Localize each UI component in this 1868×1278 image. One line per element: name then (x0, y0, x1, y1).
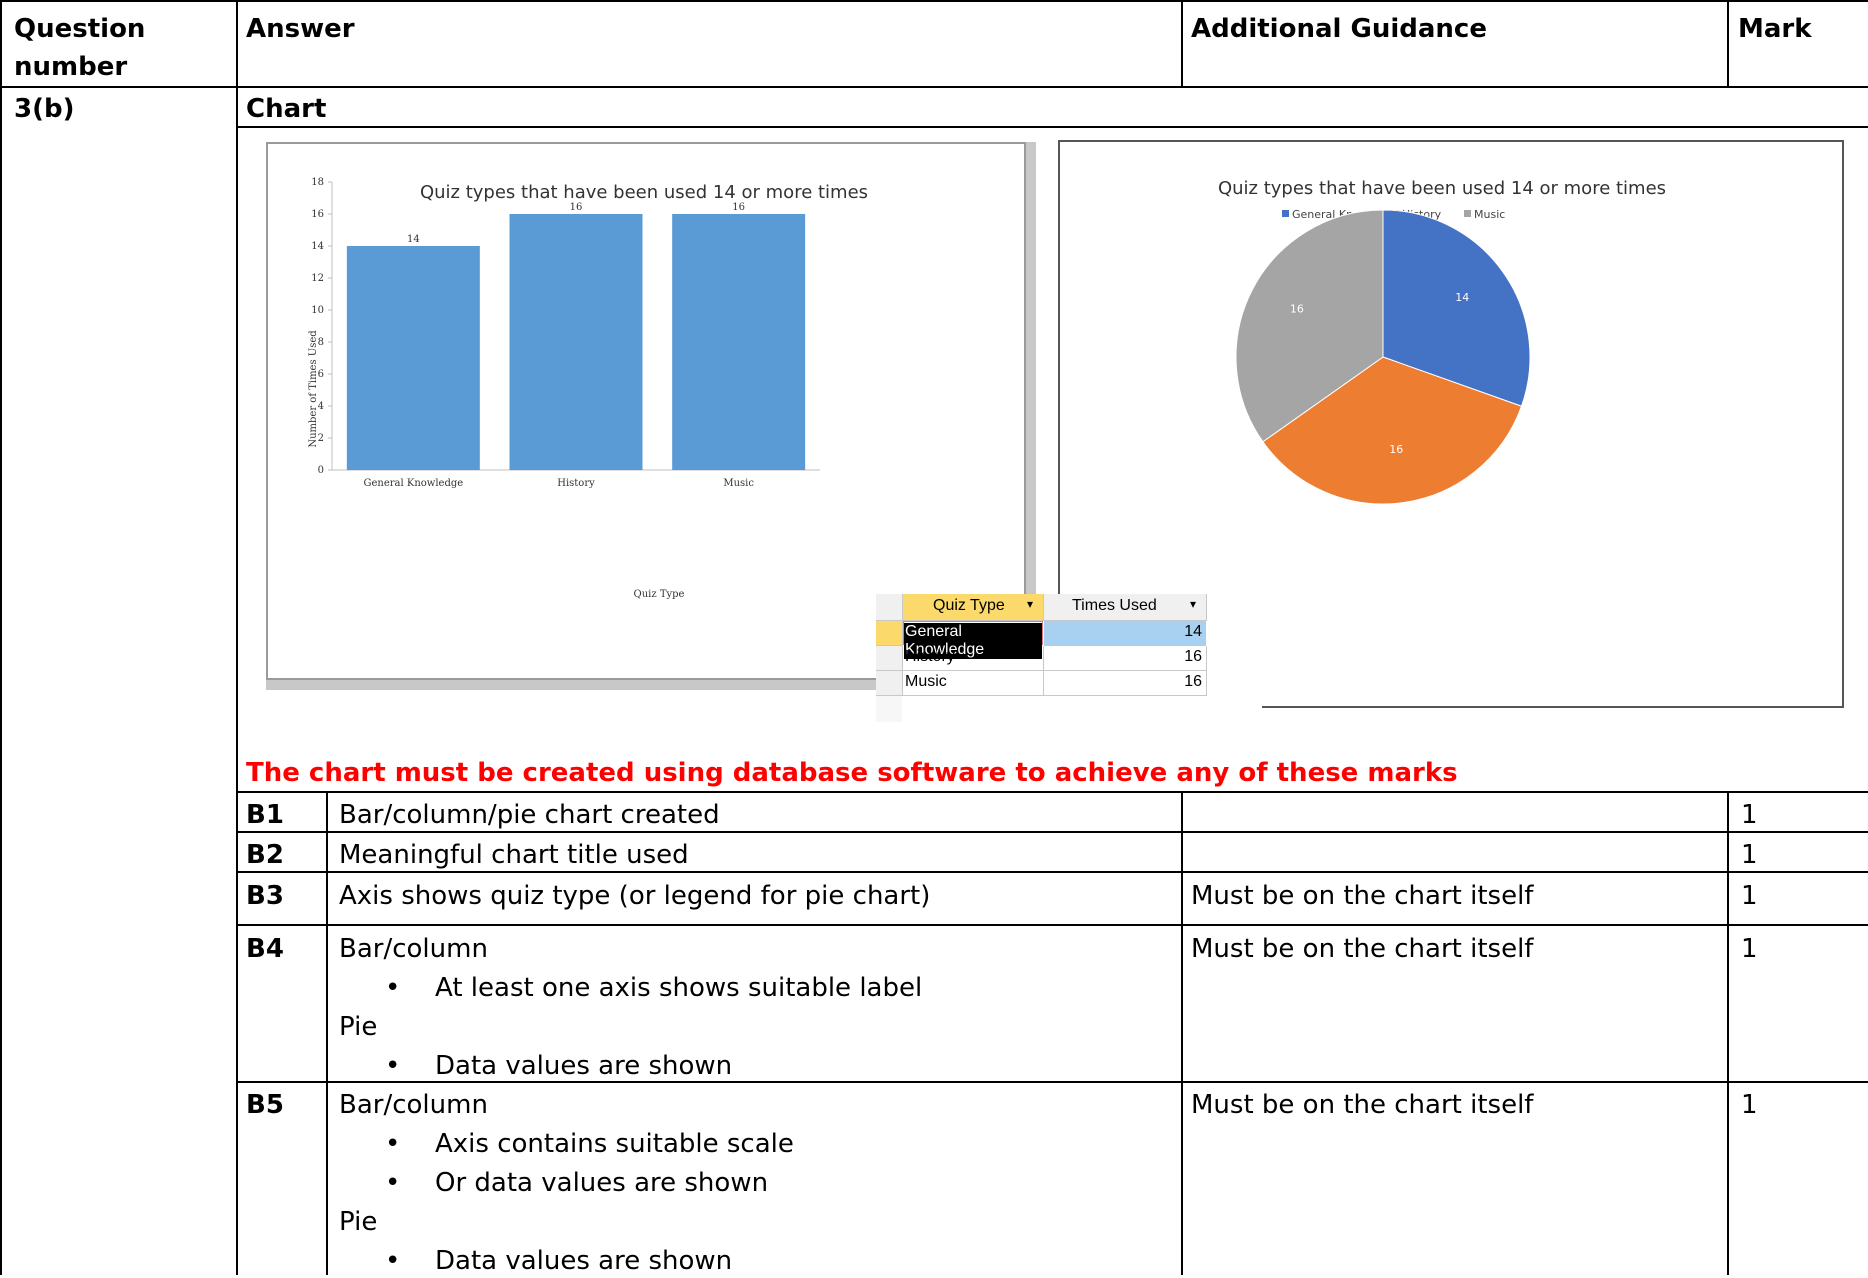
cell-quiz-type: History (905, 648, 955, 665)
mark-value: 1 (1741, 934, 1758, 964)
legend-swatch (1464, 210, 1471, 217)
grid-line (1181, 791, 1183, 1275)
pie-data-label: 16 (1290, 302, 1304, 315)
grid-line (236, 126, 1868, 128)
mark-code: B3 (246, 881, 284, 911)
bar-data-label: 16 (570, 202, 583, 213)
legend-label: Music (1474, 208, 1505, 221)
grid-line (1181, 0, 1183, 88)
grid-line (236, 924, 1868, 926)
table-cell[interactable]: History (903, 646, 1044, 671)
new-row-selector[interactable] (876, 696, 902, 722)
select-all-corner[interactable] (876, 594, 903, 621)
bar (509, 214, 643, 470)
column-header-quiz-type[interactable]: Quiz Type ▾ (903, 594, 1044, 621)
mark-answer: Bar/column/pie chart created (339, 800, 720, 830)
bar-chart-title: Quiz types that have been used 14 or mor… (420, 182, 868, 203)
grid-line (1727, 0, 1729, 88)
mark-bullet: Axis contains suitable scale (385, 1127, 794, 1161)
y-tick-label: 2 (318, 433, 324, 444)
table-cell[interactable]: 16 (1044, 671, 1207, 696)
mark-sub-heading: Pie (339, 1207, 378, 1237)
mark-code: B2 (246, 840, 284, 870)
mark-answer: Bar/column (339, 934, 488, 964)
x-tick-label: History (557, 478, 595, 489)
mark-value: 1 (1741, 1090, 1758, 1120)
pie-chart-title: Quiz types that have been used 14 or mor… (1218, 178, 1666, 199)
mark-bullet: Data values are shown (385, 1049, 732, 1083)
y-tick-label: 0 (318, 465, 324, 476)
grid-line (326, 791, 328, 1275)
header-answer: Answer (246, 14, 355, 44)
column-header-times-used[interactable]: Times Used ▾ (1044, 594, 1207, 621)
y-tick-label: 12 (311, 273, 324, 284)
column-header-label: Quiz Type (933, 597, 1005, 614)
grid-line (1727, 791, 1729, 1275)
bar-chart-x-axis-label: Quiz Type (634, 589, 685, 600)
cell-times-used: 16 (1184, 648, 1202, 665)
row-selector[interactable] (876, 621, 903, 646)
cell-quiz-type: Music (905, 673, 947, 690)
cell-times-used: 16 (1184, 673, 1202, 690)
row-selector[interactable] (876, 671, 903, 696)
requirement-note: The chart must be created using database… (246, 758, 1458, 788)
pie-data-label: 16 (1389, 443, 1403, 456)
header-additional-guidance: Additional Guidance (1191, 14, 1487, 44)
mark-guidance: Must be on the chart itself (1191, 1090, 1534, 1120)
y-tick-label: 14 (311, 241, 324, 252)
dropdown-arrow-icon[interactable]: ▾ (1190, 597, 1196, 611)
grid-line (236, 0, 238, 1275)
mark-guidance: Must be on the chart itself (1191, 881, 1534, 911)
y-tick-label: 16 (311, 209, 324, 220)
mark-answer: Meaningful chart title used (339, 840, 689, 870)
mark-bullet: At least one axis shows suitable label (385, 971, 922, 1005)
grid-line (0, 0, 2, 1275)
legend-swatch (1282, 210, 1289, 217)
mark-bullet: Data values are shown (385, 1244, 732, 1278)
x-tick-label: General Knowledge (363, 478, 463, 489)
header-question-number: Question number (14, 14, 146, 82)
y-tick-label: 6 (318, 369, 324, 380)
question-number: 3(b) (14, 94, 75, 124)
bar (672, 214, 806, 470)
y-tick-label: 8 (318, 337, 324, 348)
section-title: Chart (246, 94, 327, 124)
dropdown-arrow-icon[interactable]: ▾ (1027, 597, 1033, 611)
x-tick-label: Music (723, 478, 754, 489)
bar-data-label: 14 (407, 234, 420, 245)
mark-code: B4 (246, 934, 284, 964)
column-header-label: Times Used (1072, 597, 1157, 614)
mark-sub-heading: Pie (339, 1012, 378, 1042)
bar-data-label: 16 (732, 202, 745, 213)
grid-line (236, 791, 1868, 793)
pie-chart-slices: 14 16 16 (1235, 209, 1531, 505)
grid-line (0, 86, 1868, 88)
mark-value: 1 (1741, 840, 1758, 870)
y-tick-label: 4 (318, 401, 324, 412)
table-cell[interactable]: General Knowledge (903, 621, 1043, 659)
mark-value: 1 (1741, 800, 1758, 830)
mark-answer: Bar/column (339, 1090, 488, 1120)
mark-value: 1 (1741, 881, 1758, 911)
y-tick-label: 10 (311, 305, 324, 316)
row-selector[interactable] (876, 646, 903, 671)
mark-guidance: Must be on the chart itself (1191, 934, 1534, 964)
query-datasheet: Quiz Type ▾ Times Used ▾ General Knowled… (876, 594, 1262, 724)
grid-line (0, 0, 1868, 2)
header-mark: Mark (1738, 14, 1812, 44)
table-cell[interactable]: 16 (1044, 646, 1207, 671)
table-cell[interactable]: Music (903, 671, 1044, 696)
mark-code: B1 (246, 800, 284, 830)
cell-times-used: 14 (1184, 623, 1202, 640)
y-tick-label: 18 (311, 177, 324, 188)
pie-data-label: 14 (1455, 291, 1469, 304)
mark-answer: Axis shows quiz type (or legend for pie … (339, 881, 931, 911)
bar (346, 246, 480, 470)
bar-chart-bars: 14 General Knowledge 16 History 16 Music (346, 202, 806, 489)
mark-code: B5 (246, 1090, 284, 1120)
table-cell[interactable]: 14 (1044, 621, 1206, 646)
mark-bullet: Or data values are shown (385, 1166, 768, 1200)
